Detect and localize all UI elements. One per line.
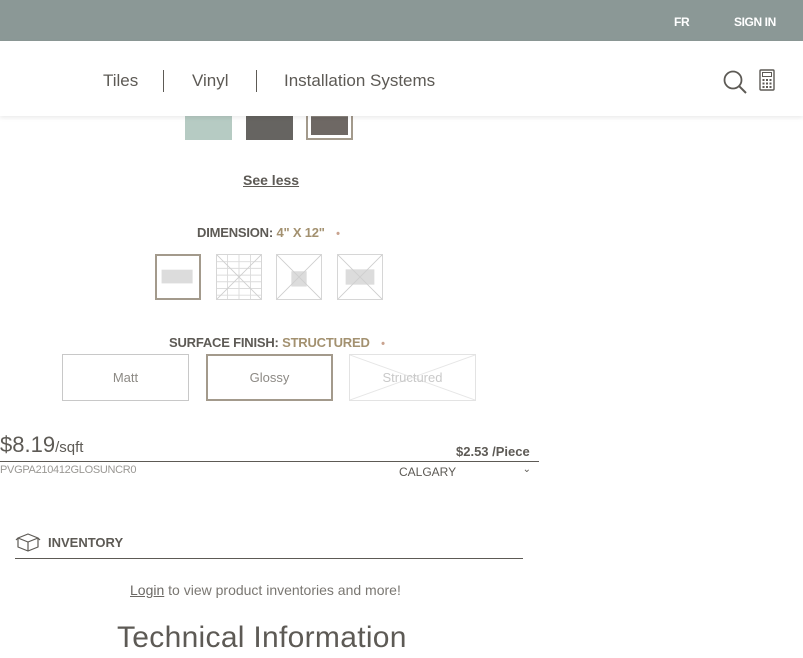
tile-size-unavailable-icon <box>217 255 261 299</box>
nav-divider <box>256 70 257 92</box>
inventory-login-message: Login to view product inventories and mo… <box>130 582 401 598</box>
login-link[interactable]: Login <box>130 582 164 598</box>
dimension-value: 4" X 12" <box>276 225 325 240</box>
finish-option-matt[interactable]: Matt <box>62 354 189 401</box>
inventory-divider <box>15 558 523 559</box>
surface-finish-label-text: SURFACE FINISH: <box>169 335 279 350</box>
finish-option-glossy[interactable]: Glossy <box>206 354 333 401</box>
nav-item-installation-systems[interactable]: Installation Systems <box>284 71 435 91</box>
product-sku: PVGPA210412GLOSUNCR0 <box>0 464 137 476</box>
price-per-piece: $2.53 /Piece <box>456 444 530 459</box>
dimension-option-unavailable[interactable] <box>337 254 383 300</box>
see-less-link[interactable]: See less <box>243 172 299 188</box>
price-divider <box>0 461 539 462</box>
dimension-option-4x12[interactable] <box>155 254 201 300</box>
dimension-option-unavailable[interactable] <box>216 254 262 300</box>
chevron-down-icon: ⌄ <box>522 464 531 475</box>
search-icon[interactable] <box>722 69 748 95</box>
main-nav: Tiles Vinyl Installation Systems <box>0 41 803 116</box>
finish-option-structured[interactable]: Structured <box>349 354 476 401</box>
top-utility-bar: FR SIGN IN <box>0 0 803 41</box>
tile-size-icon <box>161 269 193 284</box>
price-per-sqft: $8.19/sqft <box>0 432 83 458</box>
inventory-heading[interactable]: INVENTORY <box>48 535 123 550</box>
box-icon <box>15 533 41 552</box>
dimension-option-unavailable[interactable] <box>276 254 322 300</box>
finish-option-label: Structured <box>382 370 443 385</box>
location-value: CALGARY <box>399 465 457 479</box>
calculator-icon[interactable] <box>759 69 775 91</box>
dimension-label-text: DIMENSION: <box>197 225 274 240</box>
price-unit: /sqft <box>55 439 84 456</box>
technical-information-heading: Technical Information <box>117 621 407 654</box>
finish-option-label: Matt <box>112 370 139 385</box>
price-value: $8.19 <box>0 432 56 457</box>
surface-finish-value: STRUCTURED <box>282 335 370 350</box>
dimension-label: DIMENSION: 4" X 12" • <box>197 225 340 240</box>
required-dot: • <box>381 338 385 350</box>
language-toggle[interactable]: FR <box>674 15 690 29</box>
location-select[interactable]: CALGARY ⌄ <box>399 464 531 479</box>
sign-in-link[interactable]: SIGN IN <box>734 15 776 29</box>
surface-finish-label: SURFACE FINISH: STRUCTURED • <box>169 335 385 350</box>
nav-item-tiles[interactable]: Tiles <box>103 71 138 91</box>
swatch-fill <box>311 115 348 135</box>
required-dot: • <box>336 228 340 240</box>
finish-option-label: Glossy <box>249 370 290 385</box>
tile-size-unavailable-icon <box>338 255 382 299</box>
nav-item-vinyl[interactable]: Vinyl <box>192 71 229 91</box>
tile-size-unavailable-icon <box>277 255 321 299</box>
login-message-text: to view product inventories and more! <box>164 582 401 598</box>
nav-divider <box>163 70 164 92</box>
